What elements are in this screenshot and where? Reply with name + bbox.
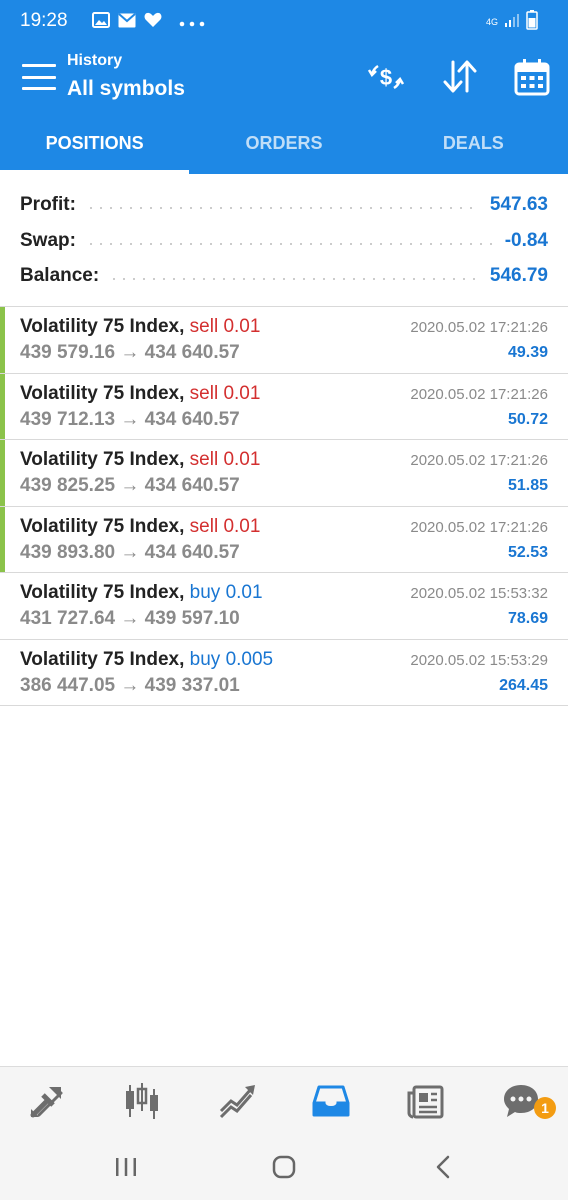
list-item[interactable]: Volatility 75 Index, sell 0.01 439 825.2… [0, 440, 568, 507]
nav-history[interactable] [284, 1067, 379, 1134]
trade-profit: 264.45 [499, 676, 548, 694]
trade-profit: 50.72 [507, 410, 548, 428]
recent-apps-icon[interactable] [106, 1152, 146, 1182]
summary-panel: Profit: 547.63 Swap: -0.84 Balance: 546.… [0, 174, 568, 307]
swap-value: -0.84 [504, 230, 548, 251]
trade-time: 2020.05.02 17:21:26 [410, 452, 548, 469]
signal-icon [504, 12, 520, 33]
notification-badge: 1 [534, 1097, 557, 1119]
symbol-name: Volatility 75 Index, [20, 648, 185, 670]
heart-icon [144, 12, 162, 33]
nav-quotes[interactable] [0, 1067, 95, 1134]
calendar-icon[interactable] [512, 58, 552, 96]
system-status-icons: 4G [486, 10, 538, 35]
sort-icon[interactable] [440, 58, 480, 96]
list-item[interactable]: Volatility 75 Index, sell 0.01 439 712.1… [0, 373, 568, 440]
status-time: 19:28 [20, 10, 68, 31]
price-range: 439 893.80 → 434 640.57 [20, 541, 240, 563]
currency-exchange-icon[interactable]: $ [366, 58, 406, 96]
dotted-leader [85, 243, 495, 245]
more-dots-icon [176, 6, 216, 42]
trade-profit: 49.39 [507, 344, 548, 361]
chart-icon [126, 1082, 158, 1119]
symbol-name: Volatility 75 Index, [20, 582, 185, 603]
svg-text:$: $ [380, 65, 392, 90]
symbol-name: Volatility 75 Index, [20, 316, 185, 337]
price-range: 439 712.13 → 434 640.57 [20, 408, 240, 430]
nav-chat[interactable]: 1 [473, 1067, 568, 1134]
bottom-navigation: 1 [0, 1066, 568, 1134]
app-header: 19:28 4G History All symbols $ POSITIONS… [0, 0, 568, 174]
symbol-name: Volatility 75 Index, [20, 449, 185, 470]
trade-side: sell 0.01 [189, 316, 261, 337]
trade-time: 2020.05.02 15:53:29 [410, 651, 548, 669]
list-item[interactable]: Volatility 75 Index, buy 0.01 431 727.64… [0, 573, 568, 640]
back-icon[interactable] [424, 1152, 464, 1182]
dotted-leader [109, 278, 480, 280]
price-range: 386 447.05 → 439 337.01 [20, 674, 240, 696]
symbol-name: Volatility 75 Index, [20, 382, 185, 404]
trade-profit: 78.69 [507, 610, 548, 627]
news-icon [407, 1085, 444, 1118]
trade-profit: 51.85 [507, 477, 548, 494]
price-range: 431 727.64 → 439 597.10 [20, 608, 240, 629]
battery-icon [526, 10, 538, 35]
price-range: 439 579.16 → 434 640.57 [20, 342, 240, 363]
trade-side: sell 0.01 [189, 515, 261, 537]
tab-positions[interactable]: POSITIONS [0, 112, 190, 174]
status-bar: 19:28 4G [0, 0, 568, 44]
home-icon[interactable] [264, 1152, 304, 1182]
header-subtitle: History [67, 52, 123, 69]
dotted-leader [85, 207, 480, 209]
nav-trade[interactable] [189, 1067, 284, 1134]
history-icon [312, 1085, 350, 1116]
swap-row: Swap: -0.84 [20, 226, 548, 256]
tab-deals[interactable]: DEALS [379, 112, 568, 174]
trade-time: 2020.05.02 17:21:26 [410, 385, 548, 403]
notification-icons [92, 12, 162, 33]
balance-value: 546.79 [489, 265, 548, 286]
trade-side: buy 0.01 [189, 582, 263, 603]
trade-side: sell 0.01 [189, 382, 261, 404]
trade-side: sell 0.01 [189, 449, 261, 470]
balance-label: Balance: [20, 265, 100, 286]
quotes-icon [30, 1086, 63, 1117]
network-type: 4G [485, 17, 498, 27]
system-navigation-bar [0, 1134, 568, 1200]
trade-time: 2020.05.02 15:53:32 [410, 585, 548, 602]
trade-time: 2020.05.02 17:21:26 [410, 518, 548, 536]
tab-bar: POSITIONS ORDERS DEALS [0, 112, 568, 174]
swap-label: Swap: [20, 230, 76, 251]
page-title[interactable]: All symbols [67, 77, 185, 101]
trade-side: buy 0.005 [189, 648, 274, 670]
hamburger-menu-icon[interactable] [22, 64, 56, 90]
trade-icon [219, 1084, 255, 1118]
nav-news[interactable] [379, 1067, 474, 1134]
nav-chart[interactable] [95, 1067, 190, 1134]
price-range: 439 825.25 → 434 640.57 [20, 475, 240, 496]
positions-list: Volatility 75 Index, sell 0.01 439 579.1… [0, 307, 568, 706]
profit-value: 547.63 [489, 194, 548, 215]
tab-orders[interactable]: ORDERS [189, 112, 378, 174]
list-item[interactable]: Volatility 75 Index, sell 0.01 439 579.1… [0, 307, 568, 374]
trade-time: 2020.05.02 17:21:26 [410, 319, 548, 336]
image-icon [92, 12, 110, 33]
profit-label: Profit: [20, 194, 76, 215]
list-item[interactable]: Volatility 75 Index, sell 0.01 439 893.8… [0, 506, 568, 573]
list-item[interactable]: Volatility 75 Index, buy 0.005 386 447.0… [0, 640, 568, 706]
mail-icon [118, 12, 136, 33]
balance-row: Balance: 546.79 [20, 261, 548, 291]
chat-icon [503, 1084, 538, 1117]
trade-profit: 52.53 [507, 543, 548, 561]
profit-row: Profit: 547.63 [20, 190, 548, 220]
symbol-name: Volatility 75 Index, [20, 515, 185, 537]
